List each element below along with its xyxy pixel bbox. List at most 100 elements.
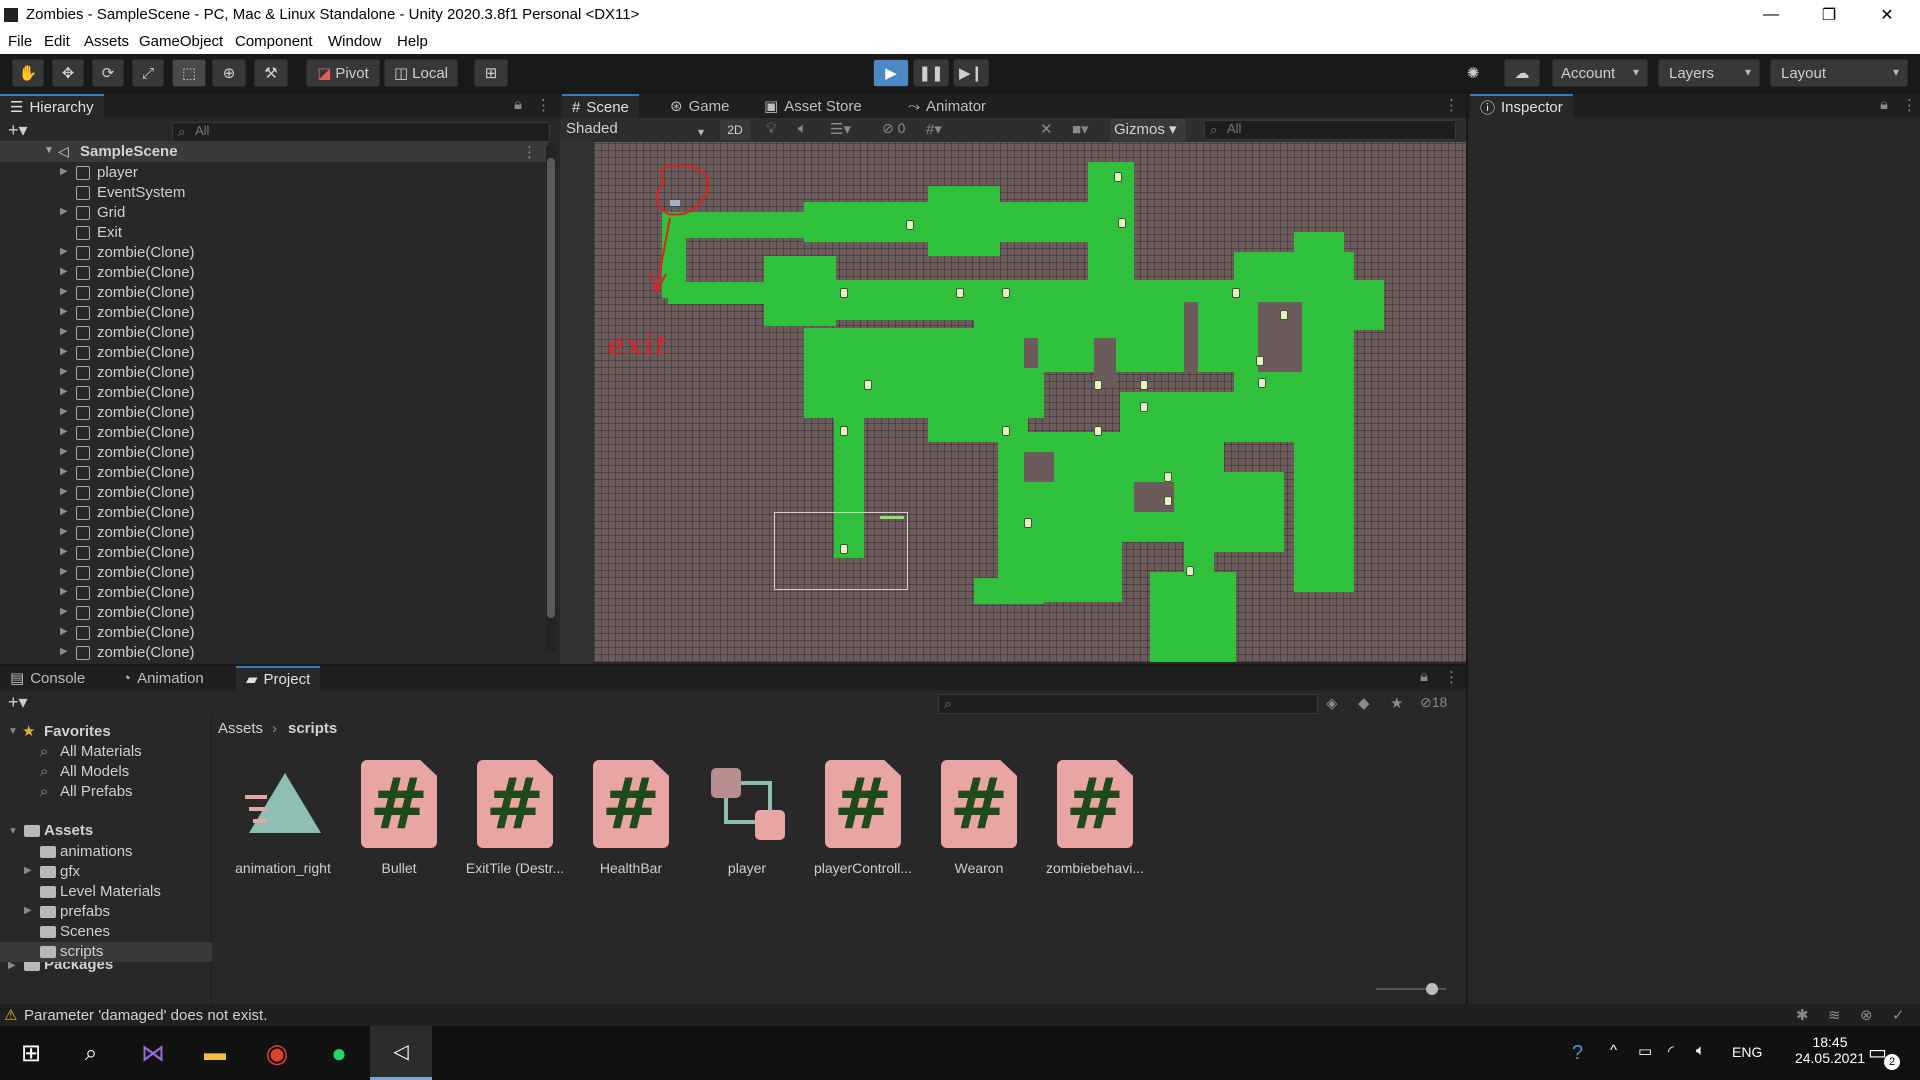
visual-studio-icon[interactable]: ⋈ xyxy=(122,1026,184,1080)
hierarchy-item[interactable]: ▶ zombie(Clone) xyxy=(0,363,548,383)
asset-item[interactable]: animation_right xyxy=(224,760,342,876)
expand-arrow-icon[interactable]: ▶ xyxy=(60,646,68,657)
scene-view-canvas[interactable]: exit xyxy=(594,142,1466,662)
collab-icon[interactable]: ✺ xyxy=(1456,59,1490,87)
hierarchy-item[interactable]: ▶ zombie(Clone) xyxy=(0,563,548,583)
lock-icon[interactable]: 🔒︎ xyxy=(514,96,522,113)
pivot-toggle[interactable]: ◪ Pivot xyxy=(306,59,380,87)
menu-help[interactable]: Help xyxy=(397,33,428,50)
kebab-menu-icon[interactable]: ⋮ xyxy=(536,96,551,114)
help-icon[interactable]: ? xyxy=(1572,1042,1583,1065)
inspector-lock-icon[interactable]: 🔒︎ xyxy=(1880,96,1888,113)
tab-game[interactable]: ⊛ Game xyxy=(660,94,739,118)
expand-arrow-icon[interactable]: ▶ xyxy=(60,626,68,637)
expand-arrow-icon[interactable]: ▶ xyxy=(24,905,32,916)
asset-item[interactable]: # ExitTile (Destr... xyxy=(456,760,574,876)
hierarchy-item[interactable]: ▶ zombie(Clone) xyxy=(0,283,548,303)
fav-all-models[interactable]: All Models xyxy=(60,763,129,780)
tab-asset-store[interactable]: ▣ Asset Store xyxy=(754,94,872,118)
folder-item[interactable]: scripts xyxy=(60,943,103,960)
tab-animator[interactable]: ⤳ Animator xyxy=(898,94,996,118)
expand-arrow-icon[interactable]: ▶ xyxy=(60,326,68,337)
expand-arrow-icon[interactable]: ▶ xyxy=(60,466,68,477)
language-indicator[interactable]: ENG xyxy=(1732,1044,1762,1060)
menu-edit[interactable]: Edit xyxy=(44,33,70,50)
asset-item[interactable]: player xyxy=(688,760,806,876)
hierarchy-item[interactable]: ▶ zombie(Clone) xyxy=(0,263,548,283)
filter-label-icon[interactable]: ◆ xyxy=(1358,694,1370,712)
zombie-sprite[interactable] xyxy=(1232,288,1240,298)
minimize-button[interactable]: — xyxy=(1742,0,1800,30)
zombie-sprite[interactable] xyxy=(1140,402,1148,412)
assets-label[interactable]: Assets xyxy=(44,822,93,839)
expand-arrow-icon[interactable]: ▶ xyxy=(60,246,68,257)
expand-arrow-icon[interactable]: ▶ xyxy=(24,865,32,876)
wifi-icon[interactable]: ◜ xyxy=(1668,1042,1674,1060)
hierarchy-search-input[interactable]: ⌕ All xyxy=(172,122,550,142)
folder-item[interactable]: gfx xyxy=(60,863,80,880)
breadcrumb-assets[interactable]: Assets xyxy=(218,720,263,737)
hierarchy-item[interactable]: ▶ zombie(Clone) xyxy=(0,303,548,323)
unity-taskbar-icon[interactable]: ◁ xyxy=(370,1026,432,1080)
breadcrumb-scripts[interactable]: scripts xyxy=(288,720,337,737)
hierarchy-item[interactable]: ▶ zombie(Clone) xyxy=(0,423,548,443)
expand-arrow-icon[interactable]: ▶ xyxy=(60,306,68,317)
audio-icon[interactable]: 🔈︎ xyxy=(798,120,807,137)
cloud-icon[interactable]: ☁ xyxy=(1504,59,1540,87)
windows-start-icon[interactable]: ⊞ xyxy=(0,1026,62,1080)
search-icon[interactable]: ⌕ xyxy=(60,1026,122,1080)
expand-arrow-icon[interactable]: ▶ xyxy=(60,266,68,277)
hidden-packages-icon[interactable]: ⊘18 xyxy=(1420,694,1447,711)
expand-arrow-icon[interactable]: ▶ xyxy=(60,586,68,597)
expand-arrow-icon[interactable]: ▼ xyxy=(44,145,54,156)
scene-kebab-icon[interactable]: ⋮ xyxy=(1444,96,1459,114)
asset-item[interactable]: # Wearon xyxy=(920,760,1038,876)
step-button[interactable]: ▶❙ xyxy=(953,59,989,87)
battery-icon[interactable]: ▭ xyxy=(1638,1042,1652,1060)
zombie-sprite[interactable] xyxy=(1140,380,1148,390)
scrollbar-thumb[interactable] xyxy=(547,158,555,618)
tab-console[interactable]: ▤ Console xyxy=(0,666,95,690)
folder-item[interactable]: animations xyxy=(60,843,133,860)
asset-item[interactable]: # Bullet xyxy=(340,760,458,876)
transform-tool-icon[interactable]: ⊕ xyxy=(212,59,246,87)
hierarchy-item[interactable]: ▶ zombie(Clone) xyxy=(0,623,548,643)
zombie-sprite[interactable] xyxy=(1002,426,1010,436)
menu-gameobject[interactable]: GameObject xyxy=(139,33,223,50)
expand-arrow-icon[interactable]: ▶ xyxy=(60,206,68,217)
hierarchy-item[interactable]: ▶ zombie(Clone) xyxy=(0,443,548,463)
effects-icon[interactable]: ☰▾ xyxy=(830,120,851,138)
expand-arrow-icon[interactable]: ▶ xyxy=(60,566,68,577)
expand-arrow-icon[interactable]: ▶ xyxy=(60,506,68,517)
zombie-sprite[interactable] xyxy=(1256,356,1264,366)
expand-arrow-icon[interactable]: ▶ xyxy=(60,386,68,397)
rotate-tool-icon[interactable]: ⟳ xyxy=(92,59,124,87)
play-button[interactable]: ▶ xyxy=(873,59,909,87)
shading-dropdown[interactable]: Shaded xyxy=(562,120,712,140)
project-kebab-icon[interactable]: ⋮ xyxy=(1444,668,1459,686)
tab-animation[interactable]: ◔ Animation xyxy=(112,666,214,690)
expand-arrow-icon[interactable]: ▶ xyxy=(60,486,68,497)
maximize-button[interactable]: ❐ xyxy=(1800,0,1858,30)
hierarchy-item[interactable]: ▶ zombie(Clone) xyxy=(0,523,548,543)
close-button[interactable]: ✕ xyxy=(1858,0,1916,30)
project-search-input[interactable]: ⌕ xyxy=(938,694,1318,714)
hierarchy-item[interactable]: EventSystem xyxy=(0,183,548,203)
hierarchy-item[interactable]: ▶ zombie(Clone) xyxy=(0,463,548,483)
folder-item[interactable]: prefabs xyxy=(60,903,110,920)
file-explorer-icon[interactable]: ▬ xyxy=(184,1026,246,1080)
tab-inspector[interactable]: ⓘ Inspector xyxy=(1470,94,1573,118)
hidden-objects-icon[interactable]: ⊘ 0 xyxy=(882,120,905,137)
tab-scene[interactable]: # Scene xyxy=(562,94,639,118)
rect-tool-icon[interactable]: ⬚ xyxy=(172,59,206,87)
camera-icon[interactable]: ■▾ xyxy=(1072,120,1089,138)
tab-project[interactable]: ▰ Project xyxy=(236,666,321,690)
spotify-icon[interactable]: ● xyxy=(308,1026,370,1080)
custom-tool-icon[interactable]: ⚒ xyxy=(254,59,288,87)
asset-item[interactable]: # HealthBar xyxy=(572,760,690,876)
hierarchy-item[interactable]: ▶ zombie(Clone) xyxy=(0,323,548,343)
fav-all-prefabs[interactable]: All Prefabs xyxy=(60,783,133,800)
scene-menu-icon[interactable]: ⋮ xyxy=(522,143,537,161)
local-toggle[interactable]: ◫ Local xyxy=(384,59,458,87)
favorites-label[interactable]: Favorites xyxy=(44,723,111,740)
